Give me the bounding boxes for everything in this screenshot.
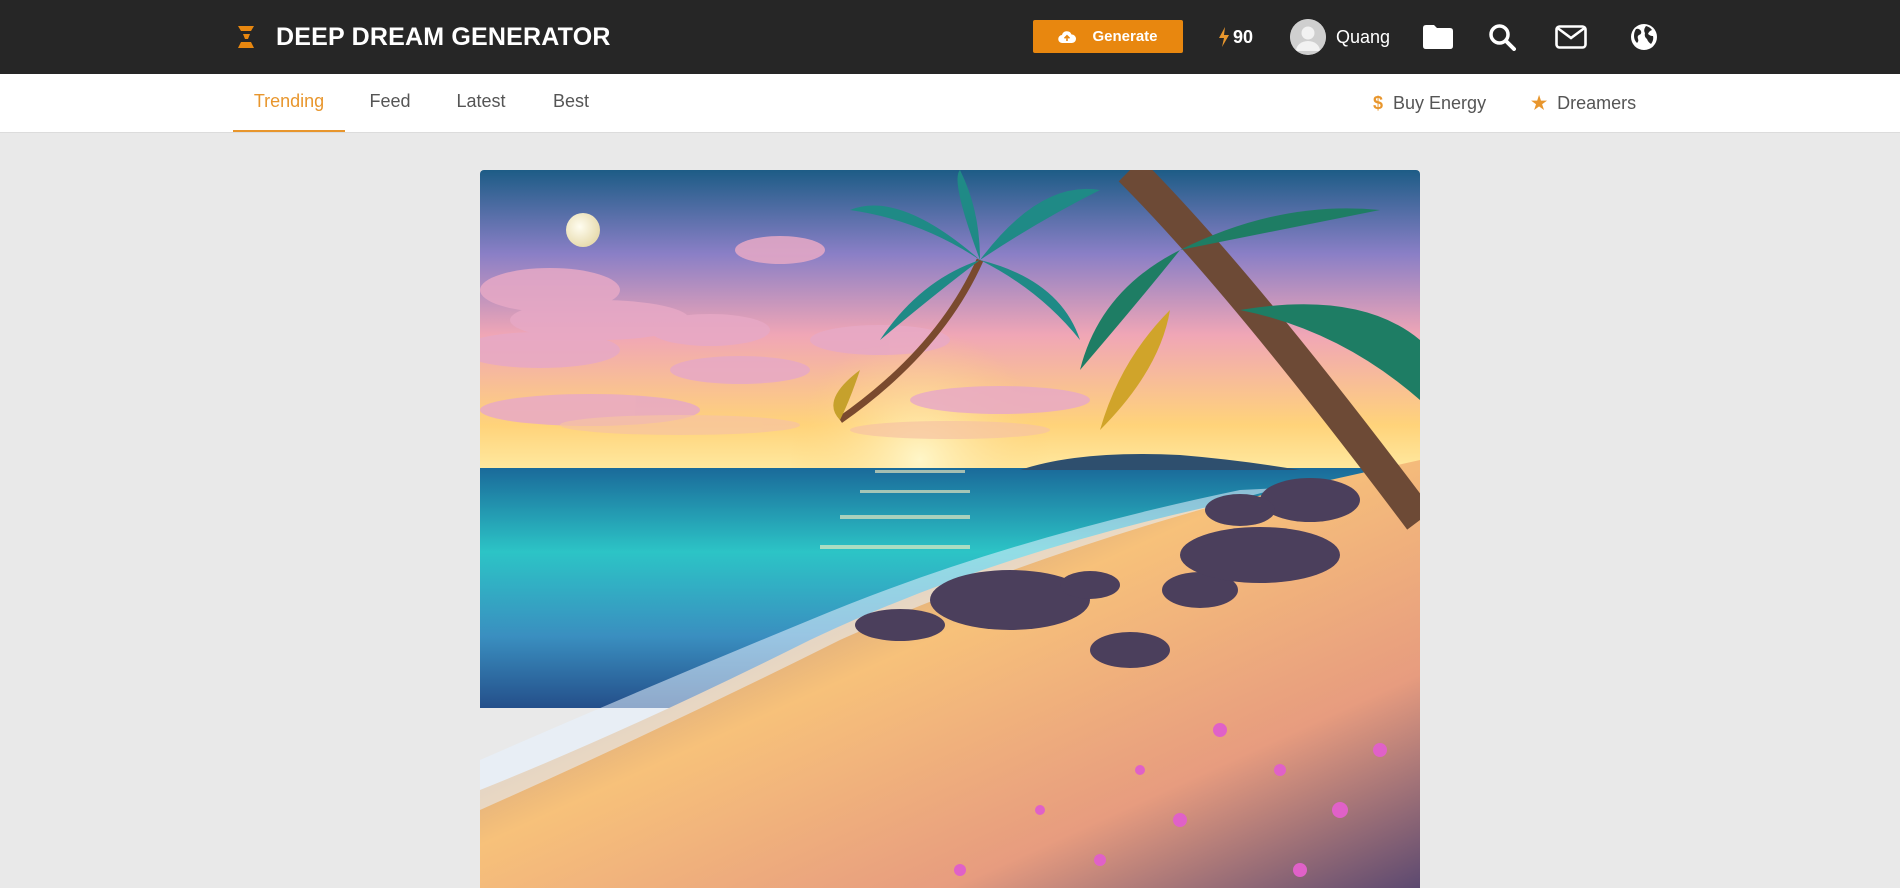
logo-icon (238, 26, 254, 48)
user-menu[interactable]: Quang (1290, 19, 1390, 55)
dreamers-label: Dreamers (1557, 92, 1637, 113)
top-bar: DEEP DREAM GENERATOR Generate 90 Quang (0, 0, 1900, 74)
search-icon (1489, 24, 1516, 51)
avatar (1290, 19, 1326, 55)
dollar-icon: $ (1373, 92, 1384, 113)
folder-icon (1423, 25, 1453, 49)
messages-button[interactable] (1554, 20, 1588, 54)
sub-navigation: Trending Feed Latest Best $ Buy Energy ★… (0, 74, 1900, 133)
energy-counter[interactable]: 90 (1218, 26, 1253, 48)
tab-feed[interactable]: Feed (364, 74, 416, 132)
tab-trending[interactable]: Trending (233, 74, 345, 132)
dream-artwork[interactable] (480, 170, 1420, 888)
generate-button[interactable]: Generate (1033, 20, 1183, 53)
username: Quang (1336, 26, 1391, 47)
globe-icon (1631, 24, 1657, 50)
tab-latest[interactable]: Latest (452, 74, 510, 132)
search-button[interactable] (1485, 20, 1519, 54)
generate-label: Generate (1092, 28, 1158, 45)
cloud-upload-icon (1058, 30, 1077, 43)
folder-button[interactable] (1421, 20, 1455, 54)
star-icon: ★ (1531, 92, 1548, 113)
language-button[interactable] (1627, 20, 1661, 54)
tab-best[interactable]: Best (548, 74, 594, 132)
mail-icon (1555, 25, 1587, 49)
brand-logo-link[interactable]: DEEP DREAM GENERATOR (234, 22, 611, 52)
brand-name: DEEP DREAM GENERATOR (276, 22, 611, 51)
buy-energy-link[interactable]: $ Buy Energy (1373, 74, 1486, 132)
bolt-icon (1219, 27, 1229, 47)
beach-sunset-image (480, 170, 1420, 888)
buy-energy-label: Buy Energy (1393, 92, 1487, 113)
energy-value: 90 (1233, 26, 1254, 47)
dreamers-link[interactable]: ★ Dreamers (1531, 74, 1636, 132)
